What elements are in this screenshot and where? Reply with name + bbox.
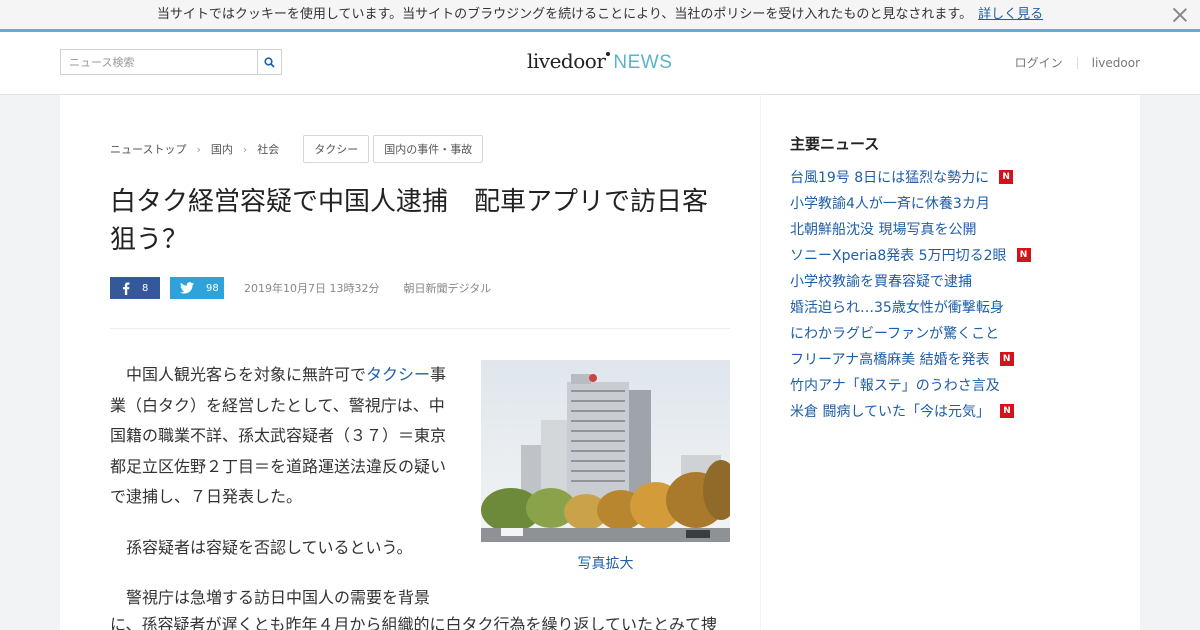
- tag-taxi[interactable]: タクシー: [303, 135, 370, 163]
- site-logo[interactable]: livedoor NEWS: [527, 49, 672, 79]
- photo-enlarge-link[interactable]: 写真拡大: [481, 553, 730, 573]
- sidebar-title: 主要ニュース: [790, 135, 880, 153]
- cookie-details-link[interactable]: 詳しく見る: [978, 7, 1043, 22]
- news-item[interactable]: 米倉 闘病していた「今は元気」 N: [790, 398, 1031, 424]
- twitter-share-count: 98: [206, 282, 219, 294]
- news-item-label: にわかラグビーファンが驚くこと: [790, 326, 1000, 342]
- twitter-icon: [180, 282, 194, 294]
- breadcrumb: ニューストップ › 国内 › 社会 タクシー 国内の事件・事故: [110, 135, 484, 163]
- header-divider: [1076, 56, 1078, 69]
- paragraph-3-line-2: に、孫容疑者が遅くとも昨年４月から組織的に白タク行為を繰り返していたとみて捜: [110, 615, 718, 630]
- divider: [110, 328, 730, 329]
- paragraph-1-text-cont: 事業（白タク）を経営したとして、警視庁は、中国籍の職業不詳、孫太武容疑者（３７）…: [110, 365, 447, 506]
- header-links: ログイン livedoor: [1015, 54, 1140, 71]
- facebook-share-count: 8: [142, 282, 149, 294]
- paragraph-1-text: 中国人観光客らを対象に無許可で: [126, 365, 367, 384]
- news-item[interactable]: フリーアナ高橋麻美 結婚を発表 N: [790, 346, 1031, 372]
- news-item[interactable]: ソニーXperia8発表 5万円切る2眼 N: [790, 242, 1031, 268]
- livedoor-link[interactable]: livedoor: [1092, 56, 1140, 70]
- tag-domestic-incidents[interactable]: 国内の事件・事故: [373, 135, 484, 163]
- news-item-label: 竹内アナ「報ステ」のうわさ言及: [790, 378, 1000, 394]
- chevron-right-icon: ›: [196, 142, 201, 156]
- news-item[interactable]: 北朝鮮船沈没 現場写真を公開: [790, 216, 1031, 242]
- paragraph-1: 中国人観光客らを対象に無許可でタクシー事業（白タク）を経営したとして、警視庁は、…: [110, 360, 450, 513]
- news-item-label: 小学教諭4人が一斉に休養3カ月: [790, 196, 990, 212]
- news-item-label: 米倉 闘病していた「今は元気」: [790, 404, 991, 420]
- login-link[interactable]: ログイン: [1015, 54, 1063, 71]
- news-item[interactable]: 小学校教諭を買春容疑で逮捕: [790, 268, 1031, 294]
- twitter-share-button[interactable]: 98: [170, 277, 224, 299]
- new-badge: N: [1000, 404, 1015, 418]
- chevron-right-icon: ›: [242, 142, 248, 156]
- cookie-message: 当サイトではクッキーを使用しています。当サイトのブラウジングを続けることにより、…: [156, 7, 973, 22]
- site-header: livedoor NEWS ログイン livedoor: [0, 32, 1200, 95]
- taxi-link[interactable]: タクシー: [366, 365, 430, 384]
- search-box: [60, 49, 282, 75]
- news-item-label: 台風19号 8日には猛烈な勢力に: [790, 170, 990, 186]
- paragraph-3-line-1: 警視庁は急増する訪日中国人の需要を背景: [126, 588, 431, 607]
- breadcrumb-domestic[interactable]: 国内: [211, 141, 233, 157]
- article-photo[interactable]: [481, 360, 730, 542]
- news-item-label: フリーアナ高橋麻美 結婚を発表: [790, 352, 990, 368]
- news-item[interactable]: 婚活迫られ…35歳女性が衝撃転身: [790, 294, 1031, 320]
- facebook-share-button[interactable]: 8: [110, 277, 160, 299]
- cookie-banner: 当サイトではクッキーを使用しています。当サイトのブラウジングを続けることにより、…: [0, 0, 1200, 32]
- search-button[interactable]: [257, 50, 281, 74]
- article-column: ニューストップ › 国内 › 社会 タクシー 国内の事件・事故 白タク経営容疑で…: [60, 95, 760, 630]
- top-news-list: 台風19号 8日には猛烈な勢力に N 小学教諭4人が一斉に休養3カ月 北朝鮮船沈没…: [790, 164, 1031, 424]
- logo-dot: [606, 52, 611, 56]
- news-item-label: 小学校教諭を買春容疑で逮捕: [790, 274, 972, 290]
- news-item-label: 北朝鮮船沈没 現場写真を公開: [790, 222, 977, 238]
- news-item[interactable]: にわかラグビーファンが驚くこと: [790, 320, 1031, 346]
- new-badge: N: [1016, 248, 1031, 262]
- news-item-label: ソニーXperia8発表 5万円切る2眼: [790, 248, 1007, 264]
- paragraph-2: 孫容疑者は容疑を否認しているという。: [126, 537, 413, 557]
- news-item-label: 婚活迫られ…35歳女性が衝撃転身: [790, 300, 1004, 316]
- news-item[interactable]: 小学教諭4人が一斉に休養3カ月: [790, 190, 1031, 216]
- article-title: 白タク経営容疑で中国人逮捕 配車アプリで訪日客狙う？: [110, 187, 709, 255]
- new-badge: N: [999, 352, 1014, 366]
- police-building-image: [481, 360, 730, 542]
- news-item[interactable]: 竹内アナ「報ステ」のうわさ言及: [790, 372, 1031, 398]
- article-meta: 8 98 2019年10月7日 13時32分 朝日新聞デジタル: [110, 277, 491, 299]
- news-item[interactable]: 台風19号 8日には猛烈な勢力に N: [790, 164, 1031, 190]
- search-input[interactable]: [61, 50, 257, 74]
- facebook-icon: [123, 282, 130, 295]
- close-icon[interactable]: [1170, 5, 1190, 25]
- article-date: 2019年10月7日 13時32分: [244, 282, 380, 295]
- logo-news: NEWS: [613, 52, 673, 73]
- article-body: 中国人観光客らを対象に無許可でタクシー事業（白タク）を経営したとして、警視庁は、…: [110, 360, 450, 630]
- logo-livedoor: livedoor: [527, 49, 606, 73]
- breadcrumb-news-top[interactable]: ニューストップ: [110, 141, 186, 157]
- new-badge: N: [999, 170, 1014, 184]
- sidebar: 主要ニュース 台風19号 8日には猛烈な勢力に N 小学教諭4人が一斉に休養3カ月…: [761, 95, 1140, 630]
- breadcrumb-society[interactable]: 社会: [257, 141, 279, 157]
- article-source[interactable]: 朝日新聞デジタル: [403, 280, 491, 296]
- search-icon: [264, 56, 275, 68]
